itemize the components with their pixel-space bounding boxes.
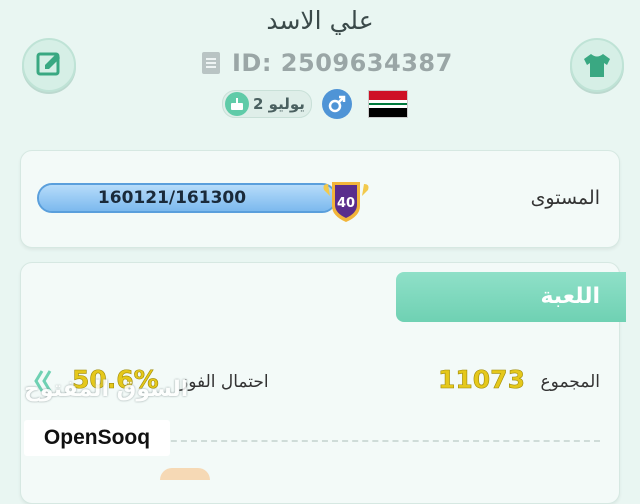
shirt-icon bbox=[584, 54, 610, 77]
cake-icon bbox=[225, 92, 249, 116]
watermark-brand: OpenSooq bbox=[43, 426, 151, 449]
birthday-badge: 2 يوليو bbox=[222, 90, 312, 118]
male-icon bbox=[321, 89, 352, 119]
copy-id-icon[interactable] bbox=[200, 50, 224, 76]
player-id: ID: 2509634387 bbox=[232, 49, 453, 77]
edit-profile-button[interactable] bbox=[22, 38, 76, 92]
level-progress-text: 160121/161300 bbox=[97, 188, 247, 208]
id-row: ID: 2509634387 bbox=[200, 48, 453, 78]
iraq-flag-icon bbox=[367, 90, 408, 118]
level-label: المستوى bbox=[530, 187, 600, 209]
level-number: 40 bbox=[337, 196, 355, 211]
win-rate-label: احتمال الفوز bbox=[180, 372, 269, 392]
partial-badge-icon bbox=[160, 468, 210, 480]
level-shield-icon: 40 bbox=[320, 176, 372, 224]
player-name: علي الاسد bbox=[266, 6, 374, 35]
total-label: المجموع bbox=[540, 372, 600, 392]
outfit-button[interactable] bbox=[570, 38, 624, 92]
watermark-arabic: السوق المفتوح bbox=[24, 377, 189, 402]
game-section-title: اللعبة bbox=[540, 284, 600, 309]
profile-badges: 2 يوليو bbox=[222, 88, 408, 120]
birthday-text: 2 يوليو bbox=[253, 95, 305, 113]
total-value: 11073 bbox=[438, 365, 526, 395]
edit-icon bbox=[36, 52, 60, 76]
